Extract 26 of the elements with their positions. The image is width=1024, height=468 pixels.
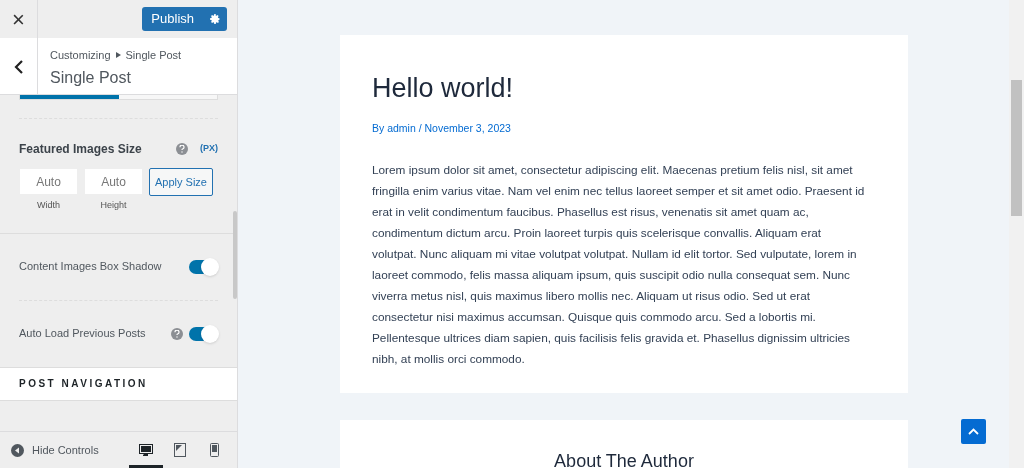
breadcrumb-arrow-icon xyxy=(115,52,121,59)
panel-title: Single Post xyxy=(50,67,132,88)
setting-label: Content Images Box Shadow xyxy=(19,259,162,275)
hide-controls-button[interactable]: Hide Controls xyxy=(0,441,99,459)
author-heading: About The Author xyxy=(554,450,694,468)
post-body: Lorem ipsum dolor sit amet, consectetur adipiscing elit. Maecenas pretium felis nisl, sit amet fringilla enim varius vitae. Nam vel enim nec tellus laoreet semper et sit amet odio. Praesent id erat in velit condimentum faucibus. Phasellus est risus, venenatis sit amet quam ac, condimentum dictum arcu. Proin laoreet turpis quis scelerisque convallis. Aliquam erat volutpat. Nunc aliquam mi vitae volutpat volutpat. Nullam id elit tortor. Sed vulputate, lorem in laoreet commodo, felis massa aliquam ipsum, quis suscipit odio nulla consequat sem. Nunc viverra metus nisl, quis maximus libero mollis nec. Aliquam ut risus odio. Sed ut erat consectetur nisi maximus accumsan. Quisque quis commodo arcu. Sed a lobortis mi. Pellentesque ultrices diam sapien, quis facilisis felis gravida et. Phasellus dignissim ultricies nibh, at mollis orci commodo. xyxy=(372,162,866,369)
unit-label: (PX) xyxy=(200,142,218,156)
field-caption: Width xyxy=(37,199,60,212)
breadcrumb-text: Single Post xyxy=(125,48,182,63)
help-icon[interactable] xyxy=(171,327,183,340)
scrollbar-thumb[interactable] xyxy=(1011,80,1022,216)
toggle-switch[interactable] xyxy=(189,259,218,274)
input-field[interactable]: Auto xyxy=(19,168,78,195)
scroll-top-button[interactable] xyxy=(961,419,986,444)
field-caption: Height xyxy=(100,199,127,212)
scrollbar-thumb[interactable] xyxy=(233,211,237,299)
toggle-switch[interactable] xyxy=(189,326,218,341)
post-meta: By admin / November 3, 2023 xyxy=(372,120,512,136)
setting-label: Auto Load Previous Posts xyxy=(19,326,146,342)
setting-label: Featured Images Size xyxy=(19,141,142,158)
breadcrumb-text: Customizing xyxy=(50,48,111,63)
section-heading: POST NAVIGATION xyxy=(19,377,148,391)
help-icon[interactable] xyxy=(176,143,188,155)
apply-size-button[interactable]: Apply Size xyxy=(149,168,213,196)
input-field[interactable]: Auto xyxy=(84,168,143,195)
post-title: Hello world! xyxy=(372,72,515,105)
